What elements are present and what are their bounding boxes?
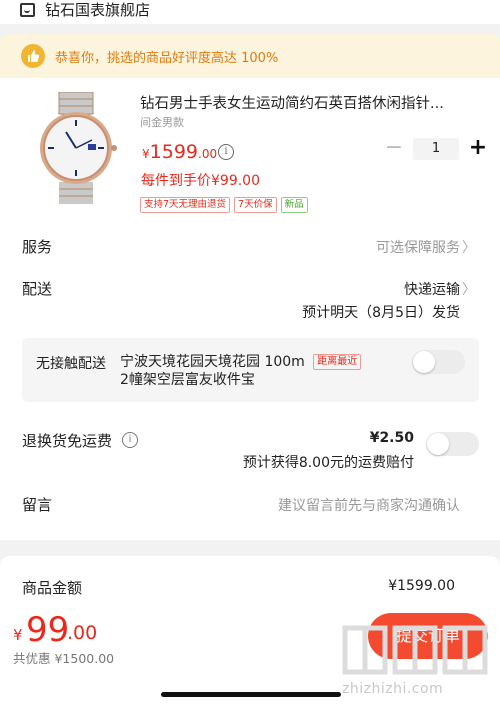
home-indicator[interactable] [161, 692, 341, 697]
message-input[interactable]: 建议留言前先与商家沟通确认 [278, 495, 460, 515]
watermark-domain: zhizhizhi.com [342, 681, 444, 697]
product-spec: 间金男款 [140, 116, 184, 129]
total-currency: ¥ [13, 626, 23, 644]
quantity-plus-button[interactable]: + [467, 137, 489, 160]
contactless-toggle[interactable] [412, 350, 465, 374]
contactless-address: 宁波天境花园天境花园 100m 距离最近 2幢架空层富友收件宝 [120, 353, 390, 389]
product-price: ¥ 1599 .00 [142, 141, 217, 163]
price-info-icon[interactable]: i [218, 144, 234, 160]
delivery-label: 配送 [22, 280, 53, 298]
return-shipping-note: 预计获得8.00元的运费赔付 [242, 455, 414, 471]
tag-price-protection: 7天价保 [234, 197, 277, 213]
praise-text: 恭喜你，挑选的商品好评度高达 100% [55, 50, 279, 66]
per-unit-price: 每件到手价¥99.00 [141, 173, 260, 189]
contactless-label: 无接触配送 [36, 356, 106, 372]
price-currency: ¥ [142, 147, 150, 161]
goods-amount-label: 商品金额 [22, 579, 83, 597]
tag-new: 新品 [280, 197, 308, 213]
return-shipping-price: ¥2.50 [369, 430, 414, 446]
delivery-chevron-icon[interactable]: 〉 [462, 279, 476, 299]
service-chevron-icon[interactable]: 〉 [462, 237, 476, 257]
order-card: 钻石男士手表女生运动简约石英百搭休闲指针... 间金男款 ¥ 1599 .00 … [0, 78, 500, 540]
discount-text: 共优惠 ¥1500.00 [13, 651, 115, 666]
toggle-knob [427, 433, 449, 455]
price-integer: 1599 [149, 141, 198, 163]
product-image[interactable] [26, 92, 126, 204]
quantity-stepper: − 1 + [383, 137, 489, 160]
total-decimal: .00 [67, 622, 98, 644]
service-label: 服务 [22, 238, 53, 256]
return-shipping-toggle[interactable] [426, 432, 479, 456]
distance-badge: 距离最近 [313, 354, 362, 370]
contactless-delivery: 无接触配送 宁波天境花园天境花园 100m 距离最近 2幢架空层富友收件宝 [22, 338, 479, 402]
watermark-logo [342, 625, 488, 675]
store-icon [20, 3, 35, 17]
product-tags: 支持7天无理由退货 7天价保 新品 [140, 197, 308, 213]
return-shipping-info-icon[interactable]: i [122, 432, 138, 448]
bottom-bar: ¥ 99 .00 共优惠 ¥1500.00 提交订单 zhizhizhi.com [0, 606, 500, 706]
service-value[interactable]: 可选保障服务 [376, 237, 460, 257]
delivery-method[interactable]: 快递运输 [404, 279, 460, 299]
contactless-address-line2: 2幢架空层富友收件宝 [120, 372, 255, 388]
message-label: 留言 [22, 496, 53, 514]
toggle-knob [413, 351, 435, 373]
price-decimal: .00 [198, 147, 218, 161]
delivery-eta: 预计明天（8月5日）发货 [302, 305, 460, 321]
praise-banner: 恭喜你，挑选的商品好评度高达 100% [0, 34, 500, 78]
goods-amount-value: ¥1599.00 [388, 578, 455, 594]
quantity-minus-button[interactable]: − [383, 137, 405, 160]
thumb-up-icon [21, 44, 45, 68]
store-name[interactable]: 钻石国表旗舰店 [45, 0, 150, 20]
contactless-address-line1: 宁波天境花园天境花园 100m [120, 354, 305, 370]
product-title[interactable]: 钻石男士手表女生运动简约石英百搭休闲指针... [140, 92, 470, 113]
quantity-input[interactable]: 1 [413, 138, 459, 160]
store-header[interactable]: 钻石国表旗舰店 [0, 0, 500, 24]
tag-return-policy: 支持7天无理由退货 [140, 197, 231, 213]
total-integer: 99 [26, 610, 70, 650]
return-shipping-label: 退换货免运费 [22, 432, 113, 450]
